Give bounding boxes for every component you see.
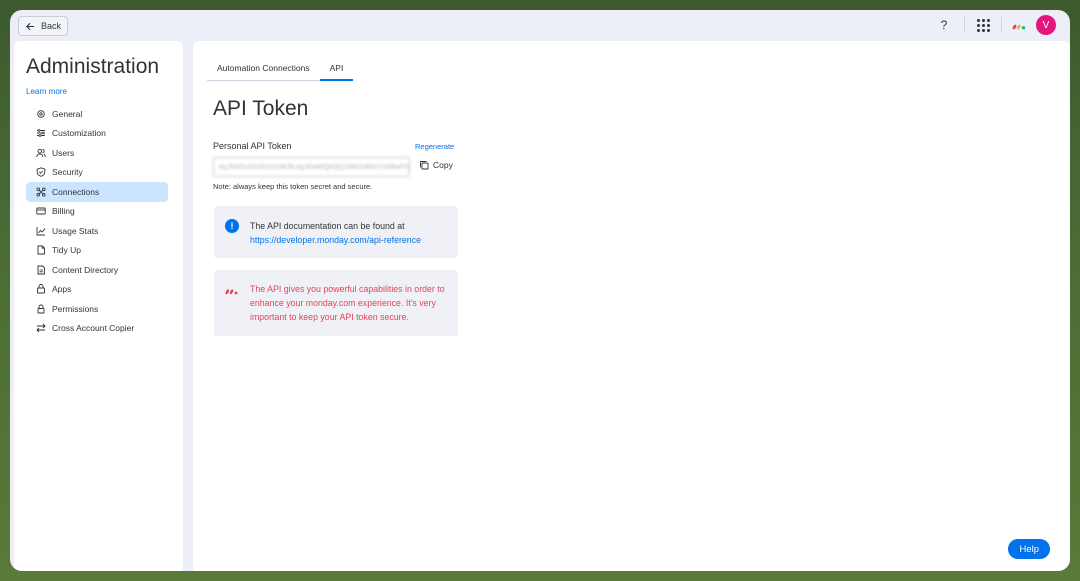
copy-label: Copy — [433, 160, 453, 170]
sliders-icon — [37, 129, 45, 138]
token-note: Note: always keep this token secret and … — [213, 182, 373, 191]
info-message: The API documentation can be found at ht… — [250, 219, 421, 247]
page-title: Administration — [26, 55, 160, 78]
tab-api[interactable]: API — [319, 61, 354, 81]
folder-icon — [37, 265, 45, 275]
api-token-field[interactable]: eyJhbGciOiJIUzI1NiJ9.eyJ0aWQiOjQ1MDc4MzY… — [213, 157, 410, 177]
sidebar-item-label: Connections — [52, 186, 100, 197]
sidebar-item-label: Cross Account Copier — [52, 323, 135, 334]
api-docs-info-box: ! The API documentation can be found at … — [214, 206, 458, 258]
sidebar-item-label: Content Directory — [52, 264, 119, 275]
api-docs-link[interactable]: https://developer.monday.com/api-referen… — [250, 233, 421, 247]
sidebar-item-label: Usage Stats — [52, 225, 99, 236]
info-text: The API documentation can be found at — [250, 221, 405, 231]
back-button[interactable]: Back — [18, 16, 69, 36]
sidebar-item-tidy-up[interactable]: Tidy Up — [26, 241, 168, 261]
sidebar-item-cross-account-copier[interactable]: Cross Account Copier — [26, 319, 168, 339]
shield-icon — [36, 167, 46, 178]
sidebar-item-label: Security — [52, 167, 83, 178]
connections-icon — [36, 187, 46, 197]
sidebar-item-connections[interactable]: Connections — [26, 182, 168, 202]
warning-message: The API gives you powerful capabilities … — [250, 284, 445, 322]
main-content: Automation Connections API API Token Per… — [193, 41, 1070, 571]
sidebar-item-customization[interactable]: Customization — [26, 124, 168, 144]
sidebar-item-general[interactable]: General — [26, 104, 168, 124]
divider — [964, 17, 965, 33]
monday-logo-icon — [225, 289, 238, 295]
copy-button[interactable]: Copy — [419, 160, 453, 170]
back-label: Back — [41, 21, 62, 31]
apps-icon — [37, 284, 45, 294]
users-icon — [36, 148, 46, 157]
arrows-icon — [36, 323, 46, 333]
sidebar-item-label: Apps — [52, 284, 72, 295]
avatar[interactable]: V — [1036, 15, 1056, 35]
apps-grid-icon[interactable] — [975, 17, 991, 33]
sidebar-item-label: Billing — [52, 206, 75, 217]
section-heading: API Token — [213, 97, 309, 120]
app-window: Back ? V Administration Learn more Gener… — [10, 10, 1070, 571]
top-right-controls: ? V — [934, 15, 1056, 35]
sidebar-item-label: Users — [52, 147, 75, 158]
api-warning-box: The API gives you powerful capabilities … — [214, 270, 458, 336]
regenerate-link[interactable]: Regenerate — [415, 142, 454, 151]
sidebar-item-label: General — [52, 108, 83, 119]
help-question-icon[interactable]: ? — [934, 18, 954, 32]
tab-automation-connections[interactable]: Automation Connections — [207, 61, 320, 80]
sidebar-item-label: Tidy Up — [52, 245, 81, 256]
sidebar-item-permissions[interactable]: Permissions — [26, 299, 168, 319]
lock-icon — [37, 304, 45, 314]
divider — [1001, 17, 1002, 33]
sidebar-item-label: Customization — [52, 128, 106, 139]
sidebar-item-users[interactable]: Users — [26, 143, 168, 163]
token-label: Personal API Token — [213, 141, 292, 151]
tab-bar: Automation Connections API — [207, 61, 354, 81]
help-button[interactable]: Help — [1008, 539, 1050, 559]
admin-sidebar: Administration Learn more General Custom… — [14, 41, 183, 571]
card-icon — [36, 207, 46, 215]
sidebar-item-content-directory[interactable]: Content Directory — [26, 260, 168, 280]
sidebar-item-label: Permissions — [52, 303, 99, 314]
copy-icon — [420, 161, 429, 170]
monday-logo-icon — [1012, 24, 1026, 30]
top-bar: Back ? V — [10, 10, 1070, 42]
sidebar-item-security[interactable]: Security — [26, 163, 168, 183]
chart-icon — [36, 226, 46, 236]
sidebar-item-billing[interactable]: Billing — [26, 202, 168, 222]
gear-icon — [37, 110, 45, 118]
learn-more-link[interactable]: Learn more — [26, 87, 67, 96]
broom-icon — [37, 245, 45, 255]
sidebar-item-usage-stats[interactable]: Usage Stats — [26, 221, 168, 241]
sidebar-nav: General Customization Users Security Con… — [26, 104, 168, 338]
sidebar-item-apps[interactable]: Apps — [26, 280, 168, 300]
info-icon: ! — [225, 219, 239, 233]
arrow-left-icon — [26, 22, 35, 30]
